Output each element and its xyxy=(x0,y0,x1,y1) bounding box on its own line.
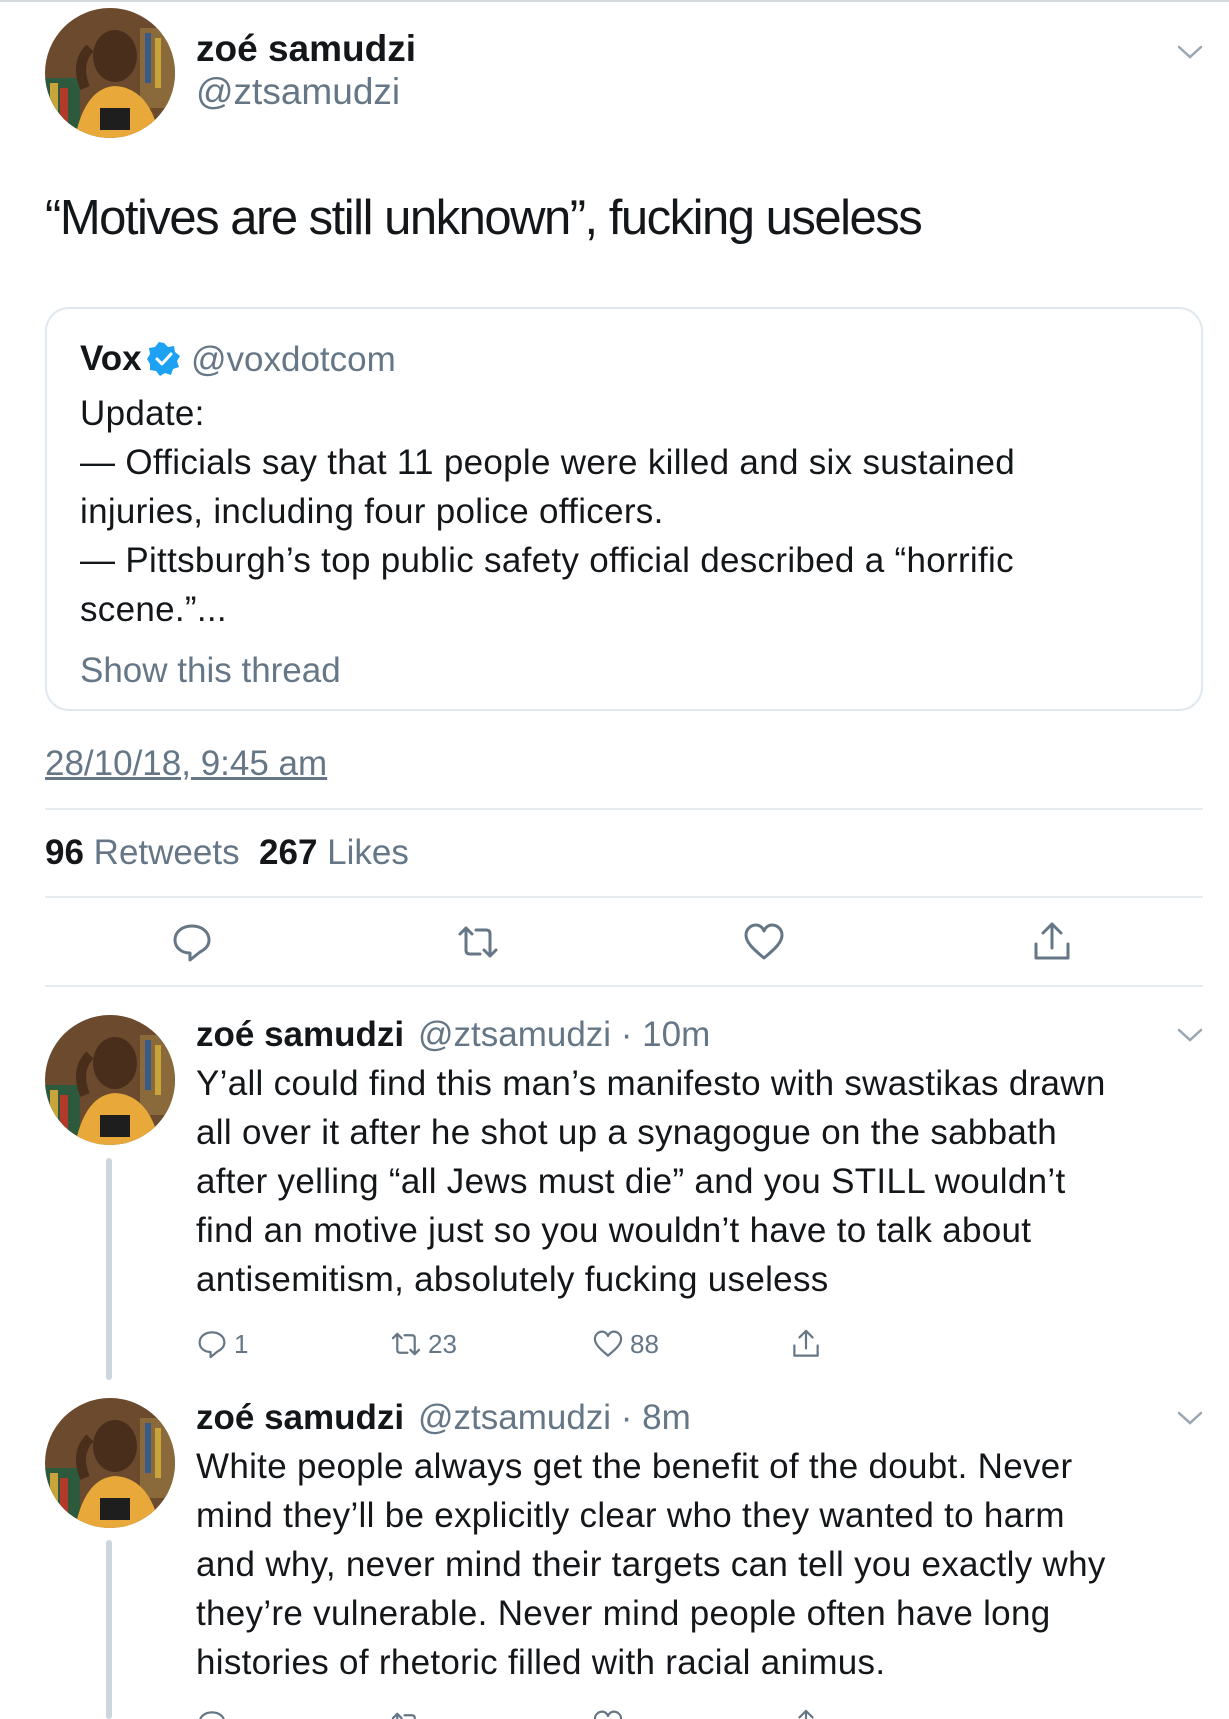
reply-avatar[interactable] xyxy=(45,1398,175,1528)
show-thread-link[interactable]: Show this thread xyxy=(80,651,341,691)
divider xyxy=(45,896,1203,898)
reply-handle-time[interactable]: @ztsamudzi · 10m xyxy=(418,1015,710,1055)
reply-text-line: all over it after he shot up a synagogue… xyxy=(196,1113,1057,1152)
likes-count[interactable]: 267 xyxy=(259,833,317,872)
thread-connector xyxy=(106,1158,112,1380)
divider xyxy=(45,808,1203,810)
share-button[interactable] xyxy=(790,1326,828,1362)
quoted-text-line: scene.”... xyxy=(80,590,227,629)
like-button[interactable]: 88 xyxy=(592,1326,659,1362)
retweets-label[interactable]: Retweets xyxy=(94,833,240,872)
reply-text-line: histories of rhetoric filled with racial… xyxy=(196,1643,886,1682)
reply-text-line: find an motive just so you wouldn’t have… xyxy=(196,1211,1032,1250)
quoted-text-line: — Pittsburgh’s top public safety officia… xyxy=(80,541,1014,580)
reply-text-line: White people always get the benefit of t… xyxy=(196,1447,1073,1486)
chevron-down-icon[interactable] xyxy=(1175,42,1205,62)
heart-icon xyxy=(593,1330,623,1357)
retweets-count[interactable]: 96 xyxy=(45,833,84,872)
reply-handle-time[interactable]: @ztsamudzi · 8m xyxy=(418,1398,691,1438)
like-button[interactable] xyxy=(592,1706,630,1719)
reply-button[interactable] xyxy=(170,920,214,964)
engagement-stats: 96 Retweets 267 Likes xyxy=(45,833,409,873)
like-button[interactable] xyxy=(742,920,786,964)
verified-badge-icon xyxy=(147,342,180,376)
quoted-text-line: injuries, including four police officers… xyxy=(80,492,664,531)
share-button[interactable] xyxy=(790,1706,828,1719)
reply-icon xyxy=(199,1711,225,1719)
reply-text-line: antisemitism, absolutely fucking useless xyxy=(196,1260,829,1299)
quoted-text-line: Update: xyxy=(80,394,205,433)
reply-text-line: mind they’ll be explicitly clear who the… xyxy=(196,1496,1065,1535)
share-icon xyxy=(1034,922,1070,960)
reply-button[interactable]: 1 xyxy=(196,1326,248,1362)
reply-avatar[interactable] xyxy=(45,1015,175,1145)
like-count: 88 xyxy=(630,1328,659,1359)
chevron-down-icon[interactable] xyxy=(1175,1025,1205,1045)
share-icon xyxy=(793,1329,819,1357)
likes-label[interactable]: Likes xyxy=(327,833,409,872)
share-icon xyxy=(798,1709,814,1719)
quoted-author-handle: @voxdotcom xyxy=(191,340,396,379)
retweet-count: 23 xyxy=(428,1328,457,1359)
reply-icon xyxy=(173,924,211,962)
author-handle[interactable]: @ztsamudzi xyxy=(196,71,400,113)
heart-icon xyxy=(593,1710,623,1719)
reply-text-line: Y’all could find this man’s manifesto wi… xyxy=(196,1064,1106,1103)
reply-text-line: they’re vulnerable. Never mind people of… xyxy=(196,1594,1051,1633)
quoted-author-name: Vox xyxy=(80,339,142,378)
tweet-text: “Motives are still unknown”, fucking use… xyxy=(45,191,923,245)
retweet-button[interactable] xyxy=(456,920,500,964)
chevron-down-icon[interactable] xyxy=(1175,1408,1205,1428)
reply-author-name[interactable]: zoé samudzi xyxy=(196,1398,404,1438)
quoted-text-line: — Officials say that 11 people were kill… xyxy=(80,443,1015,482)
thread-connector xyxy=(106,1540,112,1719)
author-avatar[interactable] xyxy=(45,8,175,138)
reply-author-name[interactable]: zoé samudzi xyxy=(196,1015,404,1055)
share-button[interactable] xyxy=(1030,920,1074,964)
reply-text-line: and why, never mind their targets can te… xyxy=(196,1545,1106,1584)
retweet-icon xyxy=(458,926,498,958)
reply-text-line: after yelling “all Jews must die” and yo… xyxy=(196,1162,1066,1201)
quoted-tweet-card[interactable]: Vox @voxdotcom Update: — Officials say t… xyxy=(45,307,1203,711)
top-border xyxy=(0,0,1229,2)
reply-button[interactable] xyxy=(196,1706,234,1719)
reply-count: 1 xyxy=(234,1328,249,1359)
retweet-button[interactable] xyxy=(390,1706,428,1719)
tweet-timestamp[interactable]: 28/10/18, 9:45 am xyxy=(45,744,327,784)
retweet-icon xyxy=(391,1712,416,1719)
retweet-button[interactable]: 23 xyxy=(390,1326,457,1362)
author-name[interactable]: zoé samudzi xyxy=(196,28,416,70)
reply-icon xyxy=(198,1331,226,1359)
heart-icon xyxy=(744,923,784,960)
retweet-icon xyxy=(391,1332,421,1356)
divider xyxy=(45,985,1203,987)
